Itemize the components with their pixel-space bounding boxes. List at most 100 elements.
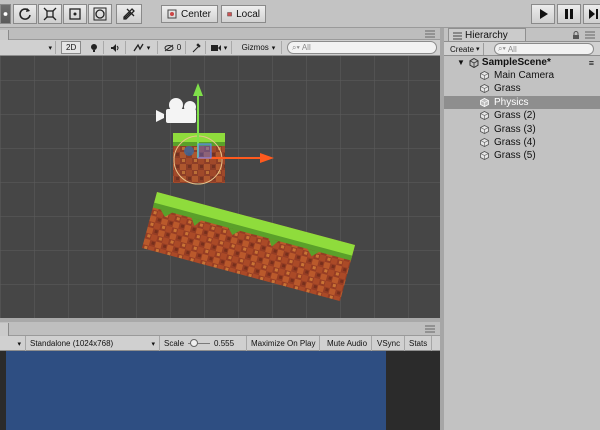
space-toggle[interactable]: Local: [221, 5, 266, 23]
chevron-down-icon: ▾: [223, 44, 228, 52]
pivot-toggle[interactable]: Center: [161, 5, 218, 23]
wrench-icon: [192, 42, 201, 52]
play-button[interactable]: [531, 4, 555, 24]
local-icon: [227, 12, 232, 17]
resolution-dropdown[interactable]: Standalone (1024x768) ▾: [26, 336, 160, 351]
maximize-on-play-toggle[interactable]: Maximize On Play: [247, 336, 321, 351]
vsync-toggle[interactable]: VSync: [373, 336, 406, 351]
pause-button[interactable]: [557, 4, 581, 24]
gameobject-cube-icon: [480, 97, 489, 107]
scale-slider[interactable]: [188, 339, 211, 348]
hierarchy-search-input[interactable]: ⌕▾ All: [494, 43, 594, 55]
scene-canvas: [141, 83, 356, 302]
game-tab-strip: [0, 322, 440, 336]
chevron-down-icon: ▾: [48, 44, 52, 52]
hand-icon: [3, 12, 8, 16]
pivot-icon: [167, 9, 177, 19]
create-label: Create: [450, 44, 475, 54]
scene-tab-strip: [0, 28, 440, 40]
hierarchy-item-label: Main Camera: [494, 70, 555, 81]
game-toolbar: ▾ Standalone (1024x768) ▾ Scale 0.555 Ma…: [0, 336, 440, 351]
search-icon: ⌕▾: [292, 42, 300, 52]
mute-audio-toggle[interactable]: Mute Audio: [323, 336, 373, 351]
transform-icon: [93, 7, 107, 21]
hierarchy-item[interactable]: Grass (3): [444, 123, 600, 136]
stats-toggle[interactable]: Stats: [405, 336, 433, 351]
hierarchy-search-placeholder: All: [507, 44, 517, 54]
scale-label: Scale: [164, 339, 185, 348]
effects-icon: [133, 43, 144, 51]
hierarchy-item[interactable]: Main Camera: [444, 69, 600, 82]
hierarchy-item[interactable]: Grass (5): [444, 149, 600, 162]
lighting-toggle[interactable]: [84, 41, 104, 54]
pivot-label: Center: [181, 8, 212, 20]
tab-game[interactable]: [0, 323, 9, 336]
list-icon: [453, 32, 462, 39]
scale-control: Scale 0.555: [160, 336, 247, 351]
create-dropdown[interactable]: Create ▾: [447, 43, 484, 55]
panel-menu-icon[interactable]: [584, 31, 596, 39]
panel-menu-icon[interactable]: [424, 30, 436, 38]
scale-slider-thumb[interactable]: [189, 339, 198, 347]
display-dropdown[interactable]: ▾: [0, 336, 26, 351]
unity-scene-icon: [469, 57, 479, 68]
toggle-2d-button[interactable]: 2D: [61, 41, 82, 54]
hidden-objects-toggle[interactable]: 0: [160, 41, 186, 54]
panel-menu-icon[interactable]: [424, 325, 436, 333]
expand-arrow-icon[interactable]: ▼: [457, 58, 465, 67]
lock-icon[interactable]: [572, 31, 580, 39]
rect-tool-button[interactable]: [63, 4, 87, 24]
speaker-icon: [110, 43, 118, 52]
step-button[interactable]: [583, 4, 600, 24]
hierarchy-item[interactable]: Grass (4): [444, 136, 600, 149]
move-gizmo[interactable]: [193, 83, 274, 163]
transform-tool-button[interactable]: [88, 4, 112, 24]
hierarchy-item-label: Grass: [494, 83, 521, 95]
hierarchy-tab-label: Hierarchy: [465, 30, 508, 41]
hierarchy-item[interactable]: Physics: [444, 95, 600, 109]
chevron-down-icon: ▾: [476, 46, 480, 53]
custom-tool-button[interactable]: [116, 4, 142, 24]
scene-viewport[interactable]: [0, 56, 440, 318]
video-camera-icon: [210, 44, 221, 51]
audio-toggle[interactable]: [104, 41, 126, 54]
panel-menu-icon[interactable]: ≡: [589, 58, 594, 68]
main-toolbar: Center Local: [0, 0, 600, 28]
game-screen[interactable]: [6, 351, 386, 430]
maximize-label: Maximize On Play: [251, 339, 316, 348]
shading-mode-dropdown[interactable]: ▾: [0, 41, 56, 54]
gameobject-cube-icon: [480, 111, 489, 121]
play-icon: [540, 9, 548, 19]
effects-dropdown[interactable]: ▾: [126, 41, 158, 54]
hierarchy-item-label: Grass (5): [494, 150, 536, 162]
toggle-2d-label: 2D: [66, 43, 77, 52]
mute-label: Mute Audio: [327, 339, 368, 348]
grass-platform-large[interactable]: [141, 192, 356, 302]
tab-scene[interactable]: [0, 30, 9, 40]
tab-hierarchy[interactable]: Hierarchy: [448, 28, 526, 42]
gameobject-cube-icon: [480, 151, 489, 161]
camera-dropdown[interactable]: ▾: [206, 41, 232, 54]
hierarchy-item[interactable]: Grass: [444, 82, 600, 95]
scene-search-input[interactable]: ⌕▾ All: [287, 41, 437, 54]
gameobject-cube-icon: [480, 71, 489, 80]
hidden-count: 0: [176, 43, 182, 52]
scene-root-row[interactable]: ▼ SampleScene* ≡: [444, 56, 600, 69]
gizmos-dropdown[interactable]: Gizmos ▾: [236, 41, 282, 54]
scale-arrows-icon: [43, 7, 57, 21]
gameobject-cube-icon: [480, 84, 489, 94]
stats-label: Stats: [409, 339, 428, 348]
hierarchy-item-label: Grass (3): [494, 123, 536, 135]
hand-tool-button[interactable]: [0, 4, 11, 24]
move-tool-button[interactable]: [13, 4, 37, 24]
hierarchy-toolbar: Create ▾ ⌕▾ All: [444, 41, 600, 56]
hierarchy-item[interactable]: Grass (2): [444, 109, 600, 122]
chevron-down-icon: ▾: [151, 340, 155, 348]
gizmos-label: Gizmos: [241, 43, 269, 52]
scene-search-placeholder: All: [301, 43, 311, 52]
camera-gizmo-icon[interactable]: [156, 98, 196, 123]
space-label: Local: [236, 8, 260, 20]
tools-toggle[interactable]: [186, 41, 206, 54]
pause-icon: [565, 9, 573, 19]
rotate-tool-button[interactable]: [38, 4, 62, 24]
